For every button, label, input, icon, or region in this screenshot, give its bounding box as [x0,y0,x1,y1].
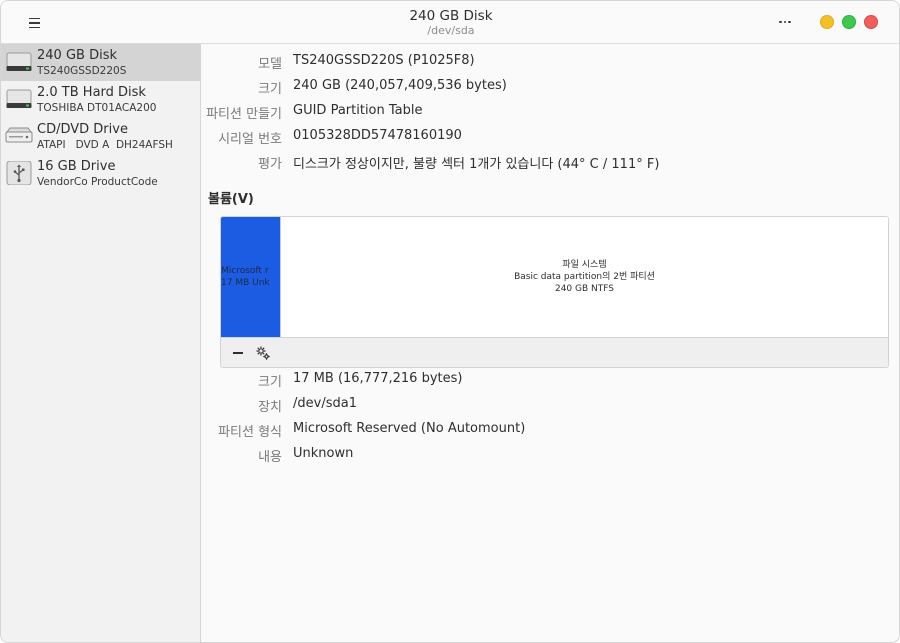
partition-type-label: 파티션 형식 [218,425,282,440]
partition-contents-value: Unknown [293,446,354,461]
partition-size-info-value: 17 MB (16,777,216 bytes) [293,371,463,386]
drive-name: 16 GB Drive [37,159,116,174]
disks-window: 240 GB Disk /dev/sda 240 GB Disk TS240GS… [0,0,900,643]
maximize-button[interactable] [842,15,856,29]
remove-partition-button[interactable] [227,344,249,362]
partition-block-sda1[interactable]: Microsoft r 17 MB Unk [221,217,280,337]
gears-icon [256,346,270,360]
partition-device-label: 장치 [258,400,282,415]
disk-partitioning-label: 파티션 만들기 [206,107,282,122]
header-bar: 240 GB Disk /dev/sda [1,1,899,44]
disk-assessment-value: 디스크가 정상이지만, 불량 섹터 1개가 있습니다 (44° C / 111°… [293,157,660,172]
sidebar-item-cd-dvd-drive[interactable]: CD/DVD Drive ATAPI DVD A DH24AFSH [1,118,201,155]
drive-sidebar: 240 GB Disk TS240GSSD220S 2.0 TB Hard Di… [1,44,201,642]
hard-disk-icon [6,52,32,71]
more-options-icon[interactable] [774,13,796,31]
hard-disk-icon [6,89,32,108]
window-title: 240 GB Disk [409,8,493,24]
volume-map: Microsoft r 17 MB Unk 파일 시스템 Basic data … [220,216,889,368]
disk-serial-label: 시리얼 번호 [218,132,282,147]
optical-drive-icon [5,127,33,143]
minimize-button[interactable] [820,15,834,29]
partition-type-value: Microsoft Reserved (No Automount) [293,421,526,436]
disk-size-row: 크기 240 GB (240,057,409,536 bytes) [202,78,899,98]
partition-size-label: 240 GB NTFS [554,284,614,294]
title-box: 240 GB Disk /dev/sda [1,8,899,37]
disk-details-panel: 모델 TS240GSSD220S (P1025F8) 크기 240 GB (24… [202,44,899,642]
drive-model: VendorCo ProductCode [37,176,158,188]
disk-model-label: 모델 [258,57,282,72]
drive-name: CD/DVD Drive [37,122,128,137]
drive-model: TS240GSSD220S [37,65,127,77]
window-subtitle: /dev/sda [427,24,475,37]
partition-description: Basic data partition의 2번 파티션 [514,272,655,282]
partition-device-value: /dev/sda1 [293,396,357,411]
drive-model: TOSHIBA DT01ACA200 [37,102,157,114]
hamburger-menu-icon[interactable] [23,14,45,32]
partition-device-row: 장치 /dev/sda1 [202,396,899,416]
partition-type-row: 파티션 형식 Microsoft Reserved (No Automount) [202,421,899,441]
minus-icon [233,352,243,354]
disk-size-label: 크기 [258,82,282,97]
volumes-heading: 볼륨(V) [208,192,254,207]
partition-block-sda2[interactable]: 파일 시스템 Basic data partition의 2번 파티션 240 … [280,217,888,337]
disk-partitioning-row: 파티션 만들기 GUID Partition Table [202,103,899,123]
disk-partitioning-value: GUID Partition Table [293,103,423,118]
drive-name: 2.0 TB Hard Disk [37,85,146,100]
sidebar-item-2tb-hard-disk[interactable]: 2.0 TB Hard Disk TOSHIBA DT01ACA200 [1,81,201,118]
disk-model-row: 모델 TS240GSSD220S (P1025F8) [202,53,899,73]
usb-drive-icon [6,161,32,185]
sidebar-item-240gb-disk[interactable]: 240 GB Disk TS240GSSD220S [1,44,201,81]
partition-size-info-label: 크기 [258,375,282,390]
disk-model-value: TS240GSSD220S (P1025F8) [293,53,475,68]
drive-model: ATAPI DVD A DH24AFSH [37,139,173,151]
partition-contents-row: 내용 Unknown [202,446,899,466]
partition-contents-label: 내용 [258,450,282,465]
disk-serial-value: 0105328DD57478160190 [293,128,462,143]
close-button[interactable] [864,15,878,29]
disk-assessment-label: 평가 [258,157,282,172]
disk-serial-row: 시리얼 번호 0105328DD57478160190 [202,128,899,148]
drive-name: 240 GB Disk [37,48,117,63]
partition-size-row: 크기 17 MB (16,777,216 bytes) [202,371,899,391]
partition-label: 파일 시스템 [562,260,607,270]
partition-settings-button[interactable] [252,344,274,362]
partition-label: Microsoft r [221,266,269,276]
disk-assessment-row: 평가 디스크가 정상이지만, 불량 섹터 1개가 있습니다 (44° C / 1… [202,153,899,173]
partition-size-label: 17 MB Unk [221,278,270,288]
disk-size-value: 240 GB (240,057,409,536 bytes) [293,78,507,93]
sidebar-item-16gb-drive[interactable]: 16 GB Drive VendorCo ProductCode [1,155,201,192]
volume-toolbar [221,337,888,367]
